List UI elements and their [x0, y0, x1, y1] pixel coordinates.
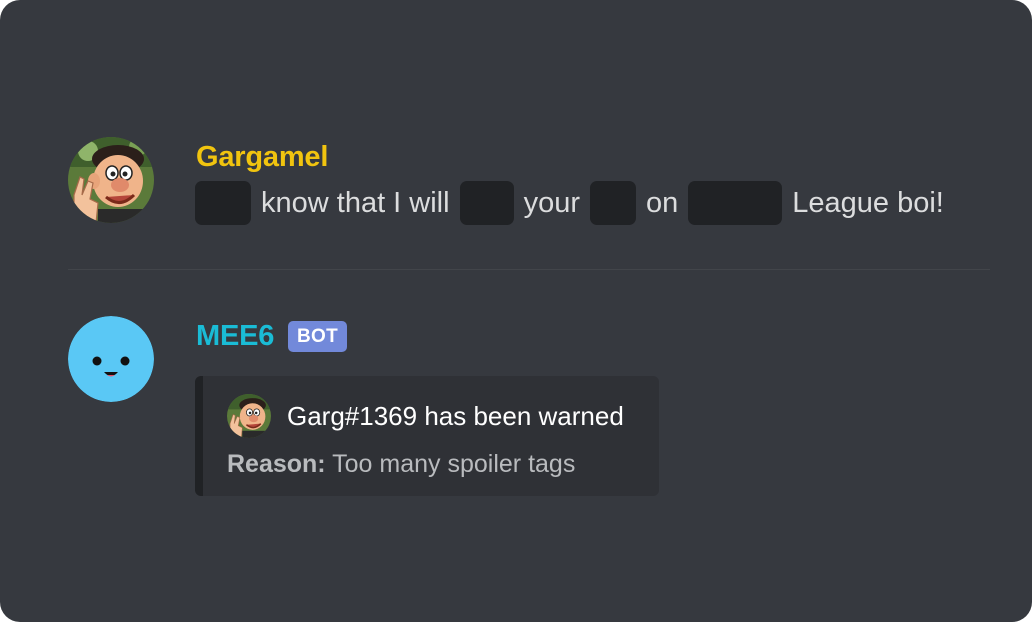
message-content: know that I will your on League boi!	[195, 180, 944, 226]
warning-embed: Garg#1369 has been warned Reason: Too ma…	[195, 376, 659, 496]
spoiler-tag[interactable]	[195, 181, 251, 225]
message-text-part: League boi!	[792, 187, 944, 219]
bot-badge: BOT	[288, 321, 348, 352]
embed-author: Garg#1369 has been warned	[227, 394, 624, 438]
message-text-part: know that I will	[261, 187, 450, 219]
embed-author-name: Garg#1369 has been warned	[287, 401, 624, 431]
message-gargamel: Gargamel know that I will your on League…	[0, 137, 1032, 227]
message-text-part: on	[646, 187, 679, 219]
reason-label: Reason:	[227, 450, 326, 478]
gargamel-avatar-icon[interactable]	[68, 137, 154, 223]
spoiler-tag[interactable]	[688, 181, 783, 225]
spoiler-tag[interactable]	[590, 181, 636, 225]
mee6-avatar-icon[interactable]	[68, 316, 154, 402]
message-mee6: MEE6 BOT Garg#1369 has been warned Reaso…	[0, 316, 1032, 506]
gargamel-avatar-icon[interactable]	[227, 394, 271, 438]
chat-panel: Gargamel know that I will your on League…	[0, 0, 1032, 622]
author-name[interactable]: MEE6	[196, 316, 274, 356]
author-name[interactable]: Gargamel	[196, 137, 328, 177]
reason-text: Too many spoiler tags	[332, 450, 576, 478]
message-divider	[68, 269, 990, 270]
embed-description: Reason: Too many spoiler tags	[227, 447, 575, 481]
spoiler-tag[interactable]	[459, 181, 514, 225]
message-text-part: your	[523, 187, 580, 219]
